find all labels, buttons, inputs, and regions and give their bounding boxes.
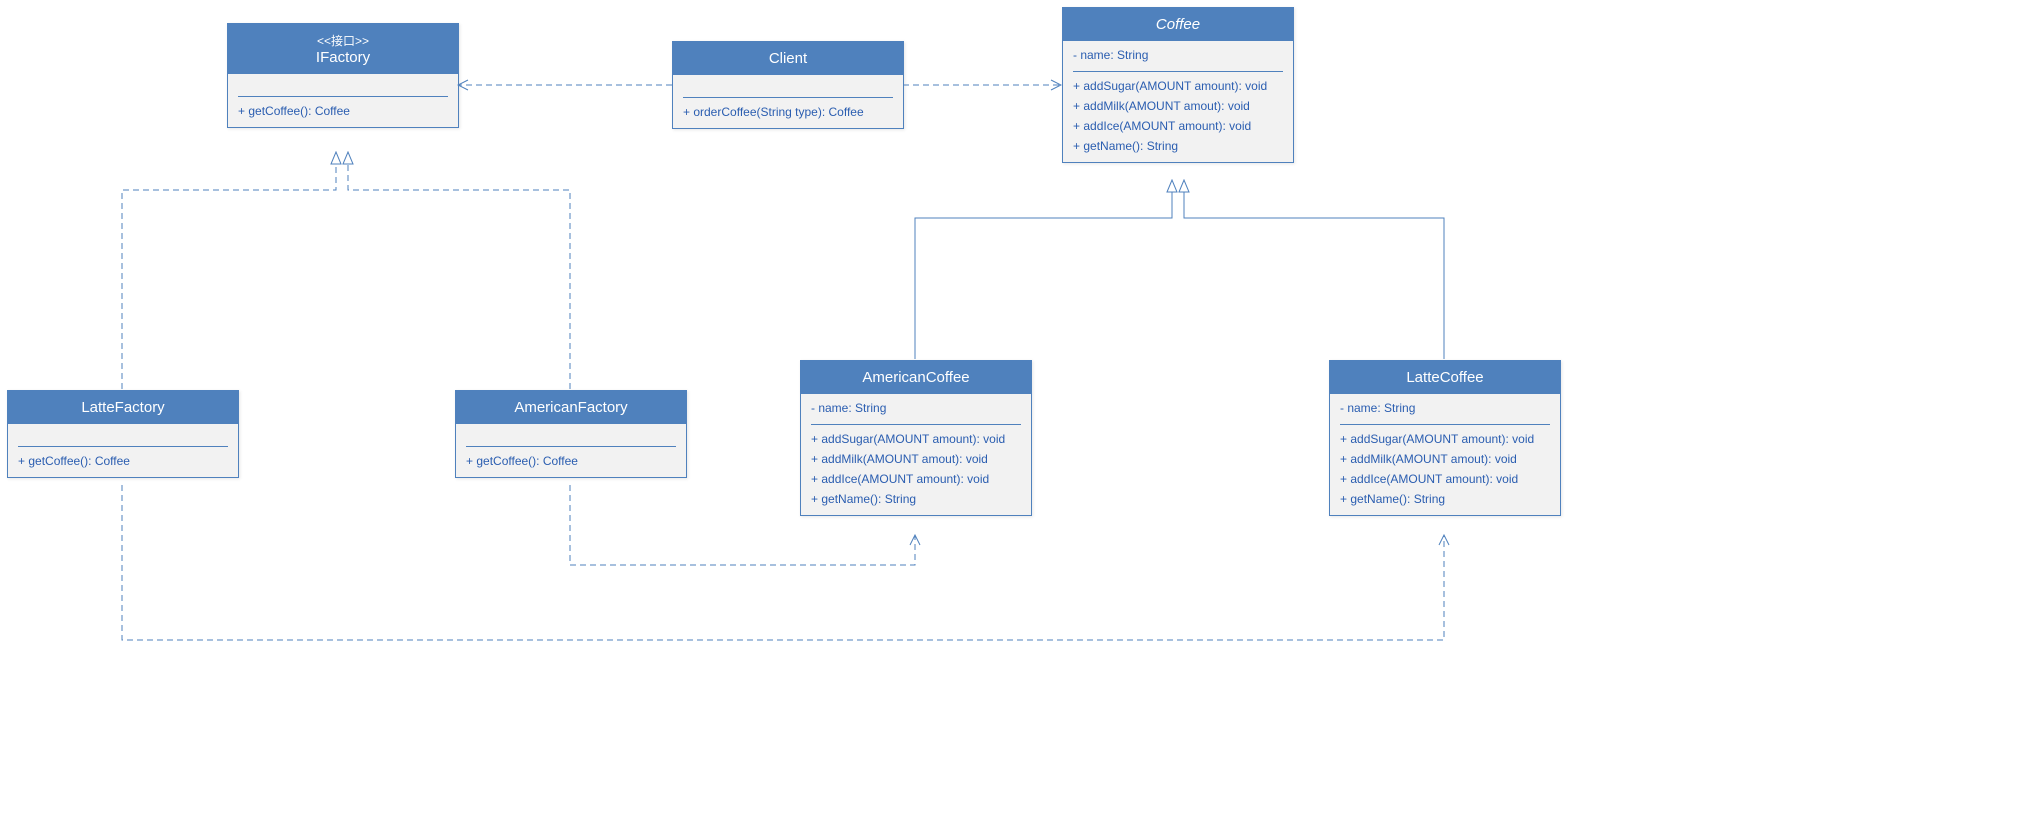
- class-client: Client + orderCoffee(String type): Coffe…: [672, 41, 904, 129]
- class-name: LatteCoffee: [1334, 369, 1556, 386]
- realize-americanfactory-ifactory: [348, 152, 570, 389]
- class-lattefactory-title: LatteFactory: [8, 391, 238, 424]
- attr-section: - name: String: [801, 394, 1031, 424]
- attr-section: - name: String: [1063, 41, 1293, 71]
- method: + addMilk(AMOUNT amout): void: [811, 449, 1021, 469]
- method: + addIce(AMOUNT amount): void: [1340, 469, 1550, 489]
- method: + orderCoffee(String type): Coffee: [683, 102, 893, 122]
- class-lattecoffee-title: LatteCoffee: [1330, 361, 1560, 394]
- method: + addSugar(AMOUNT amount): void: [1073, 76, 1283, 96]
- method-section: + getCoffee(): Coffee: [456, 447, 686, 477]
- method: + getCoffee(): Coffee: [238, 101, 448, 121]
- class-americancoffee-title: AmericanCoffee: [801, 361, 1031, 394]
- class-coffee: Coffee - name: String + addSugar(AMOUNT …: [1062, 7, 1294, 163]
- method: + getCoffee(): Coffee: [466, 451, 676, 471]
- gen-americancoffee-coffee: [915, 180, 1172, 359]
- attribute: - name: String: [811, 398, 1021, 418]
- method-section: + addSugar(AMOUNT amount): void + addMil…: [1330, 425, 1560, 515]
- method: + getName(): String: [1073, 136, 1283, 156]
- method: + addSugar(AMOUNT amount): void: [811, 429, 1021, 449]
- class-name: Client: [677, 50, 899, 67]
- class-lattefactory: LatteFactory + getCoffee(): Coffee: [7, 390, 239, 478]
- class-name: AmericanCoffee: [805, 369, 1027, 386]
- gen-lattecoffee-coffee: [1184, 180, 1444, 359]
- attr-section: [673, 75, 903, 97]
- class-americanfactory-title: AmericanFactory: [456, 391, 686, 424]
- attribute: - name: String: [1340, 398, 1550, 418]
- attr-section: [228, 74, 458, 96]
- dep-lattefactory-lattecoffee: [122, 485, 1444, 640]
- attr-section: - name: String: [1330, 394, 1560, 424]
- class-name: IFactory: [232, 49, 454, 66]
- method: + addIce(AMOUNT amount): void: [1073, 116, 1283, 136]
- method-section: + addSugar(AMOUNT amount): void + addMil…: [1063, 72, 1293, 162]
- attribute: - name: String: [1073, 45, 1283, 65]
- method-section: + orderCoffee(String type): Coffee: [673, 98, 903, 128]
- method-section: + getCoffee(): Coffee: [228, 97, 458, 127]
- realize-lattefactory-ifactory: [122, 152, 336, 389]
- method: + addSugar(AMOUNT amount): void: [1340, 429, 1550, 449]
- class-ifactory: <<接口>> IFactory + getCoffee(): Coffee: [227, 23, 459, 128]
- class-coffee-title: Coffee: [1063, 8, 1293, 41]
- class-ifactory-title: <<接口>> IFactory: [228, 24, 458, 74]
- method: + addIce(AMOUNT amount): void: [811, 469, 1021, 489]
- method: + addMilk(AMOUNT amout): void: [1340, 449, 1550, 469]
- method-section: + getCoffee(): Coffee: [8, 447, 238, 477]
- class-lattecoffee: LatteCoffee - name: String + addSugar(AM…: [1329, 360, 1561, 516]
- method: + getCoffee(): Coffee: [18, 451, 228, 471]
- method-section: + addSugar(AMOUNT amount): void + addMil…: [801, 425, 1031, 515]
- stereotype-label: <<接口>>: [232, 32, 454, 49]
- class-americanfactory: AmericanFactory + getCoffee(): Coffee: [455, 390, 687, 478]
- class-name: LatteFactory: [12, 399, 234, 416]
- method: + getName(): String: [1340, 489, 1550, 509]
- class-americancoffee: AmericanCoffee - name: String + addSugar…: [800, 360, 1032, 516]
- class-name: Coffee: [1067, 16, 1289, 33]
- class-client-title: Client: [673, 42, 903, 75]
- attr-section: [456, 424, 686, 446]
- class-name: AmericanFactory: [460, 399, 682, 416]
- method: + getName(): String: [811, 489, 1021, 509]
- method: + addMilk(AMOUNT amout): void: [1073, 96, 1283, 116]
- attr-section: [8, 424, 238, 446]
